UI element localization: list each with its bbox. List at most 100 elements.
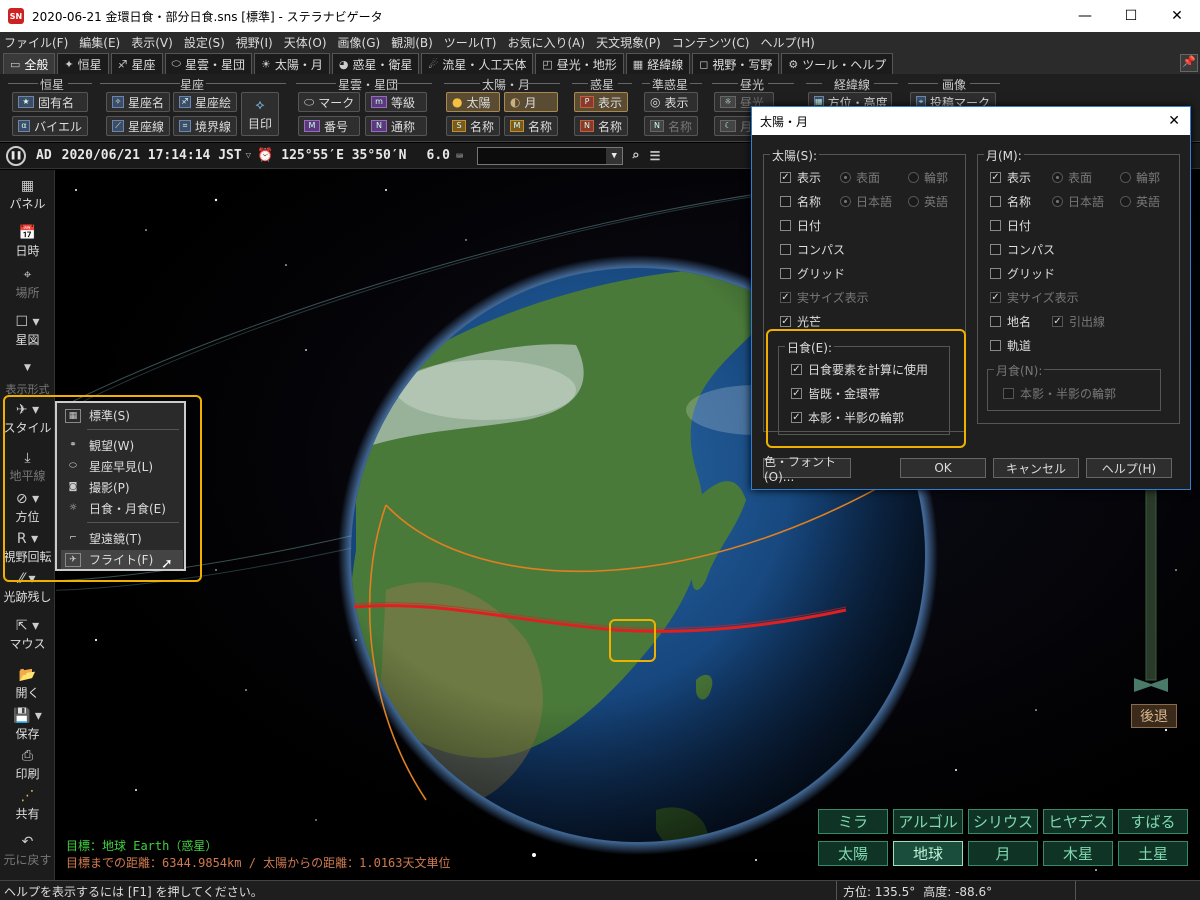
sun-actual-size-checkbox[interactable]: ✓ 実サイズ表示 <box>780 289 869 306</box>
moon-toggle-button[interactable]: ◐ 月 <box>504 92 558 112</box>
bookmark-saturn[interactable]: 土星 <box>1118 841 1188 866</box>
search-input[interactable]: ▼ <box>477 146 624 165</box>
mouse-button[interactable]: ⇱ ▾ マウス <box>0 618 55 652</box>
moon-grid-checkbox[interactable]: グリッド <box>990 265 1055 282</box>
open-button[interactable]: 📂 開く <box>0 667 55 701</box>
keyboard-icon[interactable]: ⌨ <box>456 149 463 163</box>
tab-constellations[interactable]: ♐ 星座 <box>110 53 163 74</box>
tab-meteors[interactable]: ☄ 流星・人工天体 <box>421 53 534 74</box>
menu-view[interactable]: 表示(V) <box>131 34 173 51</box>
menu-field-of-view[interactable]: 視野(I) <box>236 34 273 51</box>
moon-actual-size-checkbox[interactable]: ✓ 実サイズ表示 <box>990 289 1079 306</box>
tab-daylight[interactable]: ◰ 昼光・地形 <box>535 53 624 74</box>
tab-field-of-view[interactable]: ◻ 視野・写野 <box>692 53 780 74</box>
cancel-button[interactable]: キャンセル <box>993 458 1079 478</box>
moon-place-names-checkbox[interactable]: 地名 <box>990 313 1031 330</box>
sun-compass-checkbox[interactable]: コンパス <box>780 241 845 258</box>
planet-display-button[interactable]: P 表示 <box>574 92 628 112</box>
limiting-magnitude[interactable]: 6.0 <box>427 148 450 163</box>
moon-orbit-checkbox[interactable]: 軌道 <box>990 337 1031 354</box>
sun-display-checkbox[interactable]: ✓ 表示 <box>780 169 821 186</box>
moon-leader-lines-checkbox[interactable]: ✓ 引出線 <box>1052 313 1105 330</box>
sun-english-radio[interactable]: 英語 <box>908 193 948 210</box>
moon-display-checkbox[interactable]: ✓ 表示 <box>990 169 1031 186</box>
nebula-mark-button[interactable]: ⬭ マーク <box>298 92 360 112</box>
landmarks-button[interactable]: ⟡ 目印 <box>241 92 279 136</box>
bookmark-sun[interactable]: 太陽 <box>818 841 888 866</box>
moon-outline-radio[interactable]: 輪郭 <box>1120 169 1160 186</box>
menu-help[interactable]: ヘルプ(H) <box>760 34 814 51</box>
constellation-name-button[interactable]: ✧ 星座名 <box>106 92 170 112</box>
save-button[interactable]: 💾 ▾ 保存 <box>0 708 55 742</box>
tab-planets[interactable]: ◕ 惑星・衛星 <box>331 53 420 74</box>
tab-nebulae[interactable]: ⬭ 星雲・星団 <box>164 53 252 74</box>
tab-stars[interactable]: ✦ 恒星 <box>57 53 109 74</box>
tab-sun-moon[interactable]: ☀ 太陽・月 <box>253 53 330 74</box>
sun-toggle-button[interactable]: ● 太陽 <box>446 92 500 112</box>
menu-objects[interactable]: 天体(O) <box>284 34 327 51</box>
moon-name-checkbox[interactable]: 名称 <box>990 193 1031 210</box>
menu-phenomena[interactable]: 天文現象(P) <box>596 34 661 51</box>
datetime-display[interactable]: 2020/06/21 17:14:14 JST <box>62 148 242 163</box>
moon-surface-radio[interactable]: 表面 <box>1052 169 1092 186</box>
sun-surface-radio[interactable]: 表面 <box>840 169 880 186</box>
datetime-button[interactable]: 📅 日時 <box>0 225 55 259</box>
panel-button[interactable]: ▦ パネル <box>0 178 55 212</box>
menu-settings[interactable]: 設定(S) <box>184 34 225 51</box>
moon-japanese-radio[interactable]: 日本語 <box>1052 193 1104 210</box>
moon-english-radio[interactable]: 英語 <box>1120 193 1160 210</box>
nebula-magnitude-button[interactable]: m 等級 <box>365 92 427 112</box>
menu-tools[interactable]: ツール(T) <box>444 34 497 51</box>
menu-favorites[interactable]: お気に入り(A) <box>508 34 586 51</box>
pause-icon[interactable]: ❚❚ <box>6 145 26 166</box>
moon-name-button[interactable]: M 名称 <box>504 116 558 136</box>
close-button[interactable]: ✕ <box>1154 0 1200 32</box>
tab-general[interactable]: ▭ 全般 <box>3 53 56 74</box>
bookmark-algol[interactable]: アルゴル <box>893 809 963 834</box>
bookmark-mira[interactable]: ミラ <box>818 809 888 834</box>
constellation-art-button[interactable]: ♐ 星座絵 <box>173 92 237 112</box>
minimize-button[interactable]: — <box>1062 0 1108 32</box>
now-clock-icon[interactable]: ⏰ <box>257 148 273 163</box>
sun-japanese-radio[interactable]: 日本語 <box>840 193 892 210</box>
planet-name-button[interactable]: N 名称 <box>574 116 628 136</box>
menu-edit[interactable]: 編集(E) <box>79 34 120 51</box>
nebula-number-button[interactable]: M 番号 <box>298 116 360 136</box>
boundaries-button[interactable]: ⌗ 境界線 <box>173 116 237 136</box>
proper-name-button[interactable]: ★ 固有名 <box>12 92 88 112</box>
sun-grid-checkbox[interactable]: グリッド <box>780 265 845 282</box>
share-button[interactable]: ⋰ 共有 <box>0 788 55 822</box>
menu-images[interactable]: 画像(G) <box>338 34 381 51</box>
bookmark-earth[interactable]: 地球 <box>893 841 963 866</box>
dropdown-icon[interactable]: ▽ <box>246 151 251 161</box>
dwarf-planet-display-button[interactable]: ◎ 表示 <box>644 92 698 112</box>
sun-outline-radio[interactable]: 輪郭 <box>908 169 948 186</box>
ok-button[interactable]: OK <box>900 458 986 478</box>
moon-date-checkbox[interactable]: 日付 <box>990 217 1031 234</box>
bookmark-sirius[interactable]: シリウス <box>968 809 1038 834</box>
color-font-button[interactable]: 色・フォント(O)... <box>763 455 851 484</box>
bookmark-pleiades[interactable]: すばる <box>1118 809 1188 834</box>
bookmark-moon[interactable]: 月 <box>968 841 1038 866</box>
list-icon[interactable]: ☰ <box>650 149 661 163</box>
undo-button[interactable]: ↶ 元に戻す <box>0 834 55 868</box>
collapse-icon[interactable]: ▼ <box>0 363 55 374</box>
sun-name-checkbox[interactable]: 名称 <box>780 193 821 210</box>
location-button[interactable]: ⌖ 場所 <box>0 267 55 301</box>
zoom-slider-track[interactable] <box>1145 479 1157 681</box>
chart-button[interactable]: ☐ ▾ 星図 <box>0 314 55 348</box>
maximize-button[interactable]: ☐ <box>1108 0 1154 32</box>
dialog-close-icon[interactable]: ✕ <box>1168 113 1180 129</box>
bookmark-hyades[interactable]: ヒヤデス <box>1043 809 1113 834</box>
lunar-umbra-checkbox[interactable]: 本影・半影の輪郭 <box>1003 385 1116 402</box>
tab-gridlines[interactable]: ▦ 経緯線 <box>625 53 691 74</box>
back-button[interactable]: 後退 <box>1131 704 1177 728</box>
sun-corona-checkbox[interactable]: ✓ 光芒 <box>780 313 821 330</box>
constellation-lines-button[interactable]: ⟋ 星座線 <box>106 116 170 136</box>
nebula-common-name-button[interactable]: N 通称 <box>365 116 427 136</box>
bookmark-jupiter[interactable]: 木星 <box>1043 841 1113 866</box>
location-display[interactable]: 125°55′E 35°50′N <box>281 148 406 163</box>
search-icon[interactable]: ⌕ <box>631 148 639 164</box>
dwarf-planet-name-button[interactable]: N 名称 <box>644 116 698 136</box>
menu-observation[interactable]: 観測(B) <box>391 34 433 51</box>
